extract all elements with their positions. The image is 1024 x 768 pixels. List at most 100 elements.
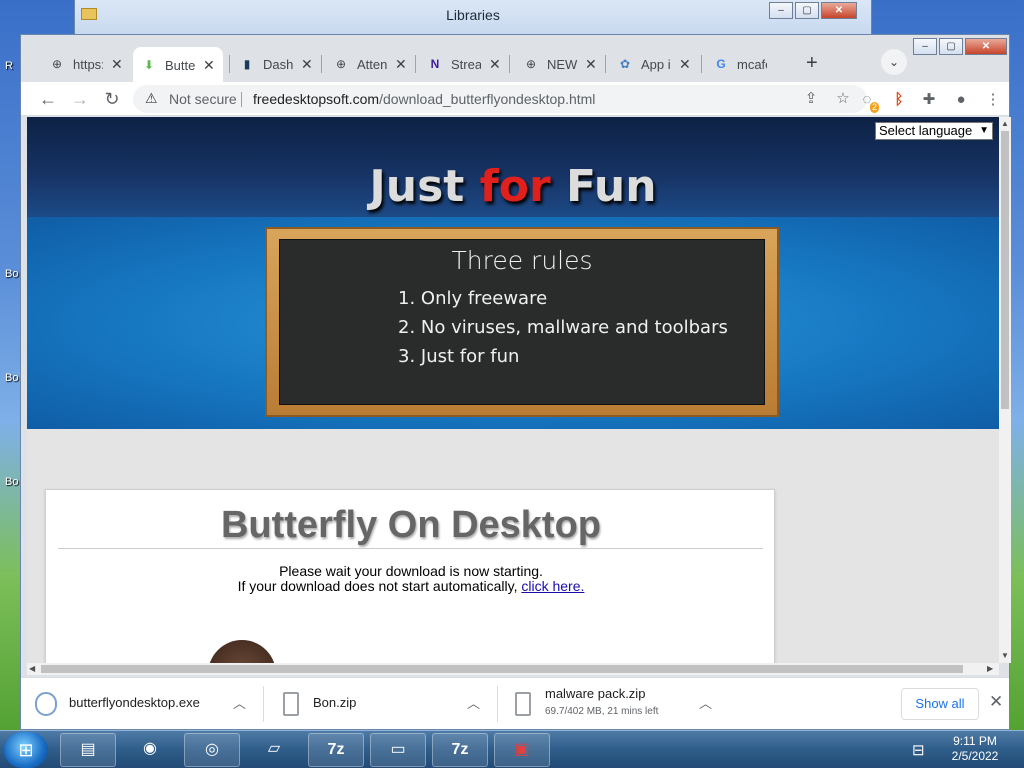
7zip-icon[interactable]: 7z bbox=[432, 733, 488, 767]
tab[interactable]: ⊕ Atten ✕ bbox=[325, 49, 415, 79]
forward-button[interactable]: → bbox=[67, 86, 93, 112]
horizontal-scrollbar[interactable]: ◀ ▶ bbox=[27, 663, 999, 675]
tab[interactable]: ▮ Dashb ✕ bbox=[231, 49, 321, 79]
tab-label: NEWS bbox=[547, 56, 577, 72]
firefox-icon[interactable]: ◉ bbox=[122, 733, 178, 767]
download-item[interactable]: butterflyondesktop.exe ︿ bbox=[21, 678, 259, 730]
board-rule: 1. Only freeware bbox=[398, 288, 548, 309]
tab-search-button[interactable]: ⌄ bbox=[881, 49, 907, 75]
new-tab-button[interactable]: + bbox=[806, 52, 818, 75]
tab-close-icon[interactable]: ✕ bbox=[679, 56, 691, 73]
app-icon: ✿ bbox=[619, 57, 631, 71]
download-filename: malware pack.zip bbox=[545, 686, 646, 701]
globe-icon: ⊕ bbox=[335, 57, 347, 71]
browser-window: ⊕ https: ✕ ⬇ Butte ✕ ▮ Dashb ✕ ⊕ Atten ✕… bbox=[20, 34, 1011, 730]
title-part: Just bbox=[369, 161, 480, 212]
tab-divider bbox=[509, 55, 510, 73]
tab[interactable]: ⊕ https: ✕ bbox=[41, 49, 131, 79]
clock-date: 2/5/2022 bbox=[951, 749, 999, 763]
bookmark-star-icon[interactable]: ☆ bbox=[833, 89, 853, 107]
close-button[interactable]: ✕ bbox=[821, 2, 857, 19]
desktop-label: Bo bbox=[5, 476, 19, 488]
tab-divider bbox=[321, 55, 322, 73]
tab-label: Atten bbox=[357, 56, 387, 72]
minimize-button[interactable]: – bbox=[769, 2, 793, 19]
download-filename: Bon.zip bbox=[313, 695, 357, 710]
clock-time: 9:11 PM bbox=[953, 734, 997, 748]
download-message: Please wait your download is now startin… bbox=[46, 564, 776, 594]
7zip-icon[interactable]: 7z bbox=[308, 733, 364, 767]
browser-toolbar: ← → ↻ ⚠ Not secure freedesktopsoft.com/d… bbox=[21, 82, 1009, 116]
tab-close-icon[interactable]: ✕ bbox=[203, 57, 215, 74]
puzzle-icon[interactable]: ✚ bbox=[919, 90, 939, 110]
board-heading: Three rules bbox=[451, 246, 593, 275]
click-here-link[interactable]: click here. bbox=[521, 578, 584, 594]
menu-icon[interactable]: ⋮ bbox=[983, 90, 1003, 110]
download-item[interactable]: Bon.zip ︿ bbox=[265, 678, 495, 730]
scroll-thumb[interactable] bbox=[1001, 131, 1009, 409]
start-button[interactable]: ⊞ bbox=[4, 732, 48, 768]
scroll-up-icon[interactable]: ▲ bbox=[1001, 119, 1009, 128]
language-select[interactable]: Select language ▼ bbox=[875, 122, 993, 140]
language-select-label: Select language bbox=[879, 123, 973, 138]
tab-close-icon[interactable]: ✕ bbox=[395, 56, 407, 73]
desktop-label: Bo bbox=[5, 268, 19, 280]
notepad-icon[interactable]: ▱ bbox=[246, 733, 302, 767]
url-text[interactable]: freedesktopsoft.com/download_butterflyon… bbox=[253, 91, 595, 107]
reload-button[interactable]: ↻ bbox=[99, 86, 125, 112]
tab-close-icon[interactable]: ✕ bbox=[489, 56, 501, 73]
minimize-button[interactable]: – bbox=[913, 38, 937, 55]
show-all-button[interactable]: Show all bbox=[901, 688, 979, 720]
tab-active[interactable]: ⬇ Butte ✕ bbox=[133, 47, 223, 83]
system-clock[interactable]: 9:11 PM 2/5/2022 bbox=[940, 734, 1010, 764]
tab-close-icon[interactable]: ✕ bbox=[585, 56, 597, 73]
chevron-up-icon[interactable]: ︿ bbox=[467, 693, 480, 712]
brave-extension-icon[interactable]: ᛒ bbox=[889, 90, 909, 110]
site-header: Just for Fun Select language ▼ bbox=[27, 117, 999, 217]
close-icon[interactable]: ✕ bbox=[989, 692, 1003, 712]
download-item[interactable]: malware pack.zip 69.7/402 MB, 21 mins le… bbox=[497, 678, 727, 730]
board-rule: 3. Just for fun bbox=[398, 346, 520, 367]
address-bar[interactable]: ⚠ Not secure freedesktopsoft.com/downloa… bbox=[133, 85, 867, 113]
maximize-button[interactable]: ▢ bbox=[939, 38, 963, 55]
tab[interactable]: ✿ App i ✕ bbox=[609, 49, 699, 79]
tab[interactable]: N Strea ✕ bbox=[419, 49, 509, 79]
share-icon[interactable]: ⇪ bbox=[801, 89, 821, 107]
toolbox-icon[interactable]: ▣ bbox=[494, 733, 550, 767]
tab[interactable]: ⊕ NEWS ✕ bbox=[515, 49, 605, 79]
maximize-button[interactable]: ▢ bbox=[795, 2, 819, 19]
chevron-up-icon[interactable]: ︿ bbox=[699, 693, 712, 712]
tab-strip: ⊕ https: ✕ ⬇ Butte ✕ ▮ Dashb ✕ ⊕ Atten ✕… bbox=[21, 35, 1009, 83]
tab-label: https: bbox=[73, 56, 103, 72]
profile-icon[interactable]: ● bbox=[951, 90, 971, 110]
tab-close-icon[interactable]: ✕ bbox=[301, 56, 313, 73]
folder-icon[interactable]: ▤ bbox=[60, 733, 116, 767]
url-path: /download_butterflyondesktop.html bbox=[379, 91, 596, 107]
tab-label: App i bbox=[641, 56, 671, 72]
title-part: Fun bbox=[550, 161, 657, 212]
download-icon: ⬇ bbox=[143, 58, 155, 72]
scroll-left-icon[interactable]: ◀ bbox=[29, 664, 35, 673]
tab[interactable]: G mcafe bbox=[705, 49, 775, 79]
chrome-icon[interactable]: ◎ bbox=[184, 733, 240, 767]
board-rule: 2. No viruses, mallware and toolbars bbox=[398, 317, 728, 338]
scroll-right-icon[interactable]: ▶ bbox=[987, 664, 993, 673]
back-button[interactable]: ← bbox=[35, 86, 61, 112]
tab-divider bbox=[415, 55, 416, 73]
divider bbox=[263, 686, 264, 722]
tab-divider bbox=[701, 55, 702, 73]
scroll-thumb[interactable] bbox=[41, 665, 963, 673]
cmd-icon[interactable]: ▭ bbox=[370, 733, 426, 767]
butterfly-image bbox=[208, 640, 276, 663]
tab-label: Dashb bbox=[263, 56, 293, 72]
scroll-down-icon[interactable]: ▼ bbox=[1001, 651, 1009, 660]
extension-badge-icon[interactable]: ◌ 2 bbox=[857, 90, 879, 113]
zip-file-icon bbox=[283, 692, 299, 716]
tab-close-icon[interactable]: ✕ bbox=[111, 56, 123, 73]
close-button[interactable]: ✕ bbox=[965, 38, 1007, 55]
security-label[interactable]: Not secure bbox=[169, 91, 237, 107]
network-icon[interactable]: ⊟ bbox=[912, 741, 925, 759]
globe-icon: ⊕ bbox=[525, 57, 537, 71]
chevron-up-icon[interactable]: ︿ bbox=[233, 693, 246, 712]
vertical-scrollbar[interactable]: ▲ ▼ bbox=[999, 117, 1011, 663]
